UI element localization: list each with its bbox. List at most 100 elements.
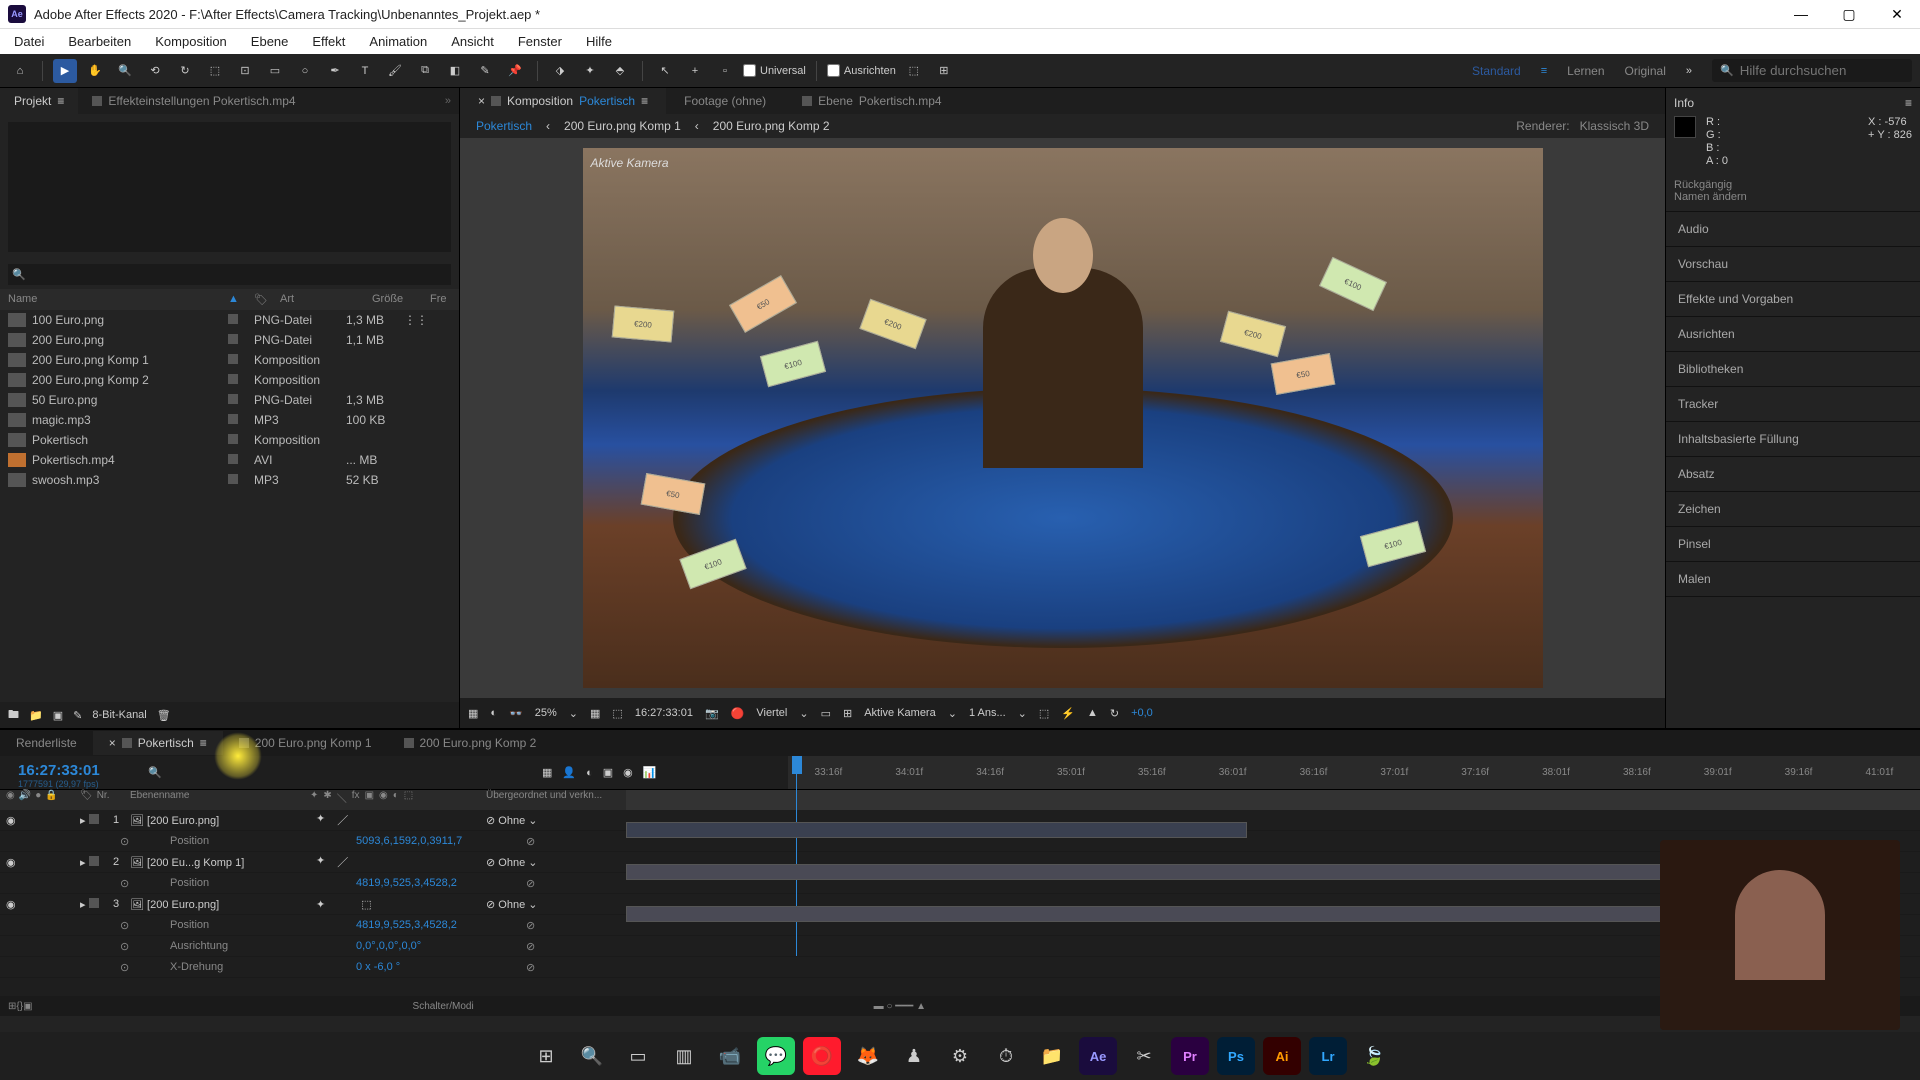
arrow-icon[interactable]: ↖	[653, 59, 677, 83]
col-size[interactable]: Größe	[372, 293, 430, 306]
comp-icon[interactable]: ▣	[53, 709, 63, 722]
panel-menu-icon[interactable]: ≡	[1905, 96, 1912, 110]
pan-behind-tool[interactable]: ⊡	[233, 59, 257, 83]
workspace-menu-icon[interactable]: ≡	[1541, 65, 1547, 77]
taskbar-app[interactable]: ✂	[1125, 1037, 1163, 1075]
tl-fx-icon[interactable]: ◐	[586, 767, 593, 779]
transparency-icon[interactable]: ⬚	[612, 707, 622, 720]
panel-pinsel[interactable]: Pinsel	[1666, 527, 1920, 562]
help-search-input[interactable]	[1740, 63, 1904, 78]
workspace-lernen[interactable]: Lernen	[1567, 64, 1604, 78]
menu-ansicht[interactable]: Ansicht	[441, 30, 504, 53]
workspace-overflow-icon[interactable]: »	[1686, 65, 1692, 77]
project-tab[interactable]: Projekt ≡	[0, 88, 78, 114]
project-item[interactable]: 200 Euro.pngPNG-Datei1,1 MB	[0, 330, 459, 350]
taskbar-app2[interactable]: 🍃	[1355, 1037, 1393, 1075]
eraser-tool[interactable]: ◧	[443, 59, 467, 83]
panel-zeichen[interactable]: Zeichen	[1666, 492, 1920, 527]
panel-vorschau[interactable]: Vorschau	[1666, 247, 1920, 282]
universal-checkbox[interactable]	[743, 64, 756, 77]
project-item[interactable]: magic.mp3MP3100 KB	[0, 410, 459, 430]
menu-komposition[interactable]: Komposition	[145, 30, 237, 53]
project-item[interactable]: swoosh.mp3MP352 KB	[0, 470, 459, 490]
tl-graph-icon[interactable]: 📊	[643, 766, 657, 779]
time-ruler[interactable]: 33:16f34:01f34:16f35:01f35:16f36:01f36:1…	[788, 756, 1920, 789]
col-name[interactable]: Name	[8, 293, 228, 306]
local-axis-icon[interactable]: ⬗	[548, 59, 572, 83]
search-icon[interactable]: 🔍	[148, 766, 162, 779]
switches-modes-toggle[interactable]: Schalter/Modi	[413, 1001, 474, 1012]
taskbar-premiere[interactable]: Pr	[1171, 1037, 1209, 1075]
menu-ebene[interactable]: Ebene	[241, 30, 299, 53]
taskbar-search[interactable]: 🔍	[573, 1037, 611, 1075]
fast-icon[interactable]: ⚡	[1061, 707, 1075, 720]
col-art[interactable]: Art	[280, 293, 372, 306]
channel-icon[interactable]: 🔴	[731, 707, 745, 720]
layer-property[interactable]: ⊙ Ausrichtung 0,0°,0,0°,0,0° ⊘	[0, 936, 1920, 957]
project-item[interactable]: PokertischKomposition	[0, 430, 459, 450]
panel-malen[interactable]: Malen	[1666, 562, 1920, 597]
workspace-original[interactable]: Original	[1625, 64, 1666, 78]
brace-icon[interactable]: {}	[16, 1001, 23, 1012]
snapshot-icon[interactable]: 📷	[705, 707, 719, 720]
exposure[interactable]: +0,0	[1131, 707, 1153, 719]
bit-depth[interactable]: 8-Bit-Kanal	[92, 709, 146, 721]
viewer-timecode[interactable]: 16:27:33:01	[635, 707, 693, 719]
world-axis-icon[interactable]: ✦	[578, 59, 602, 83]
rect-tool[interactable]: ▭	[263, 59, 287, 83]
selection-tool[interactable]: ▶	[53, 59, 77, 83]
layer-row[interactable]: ◉ ▸ 2 🖼 [200 Eu...g Komp 1] ✦／ ⊘ Ohne ⌄	[0, 852, 1920, 873]
pen-tool[interactable]: ✒	[323, 59, 347, 83]
layer-property[interactable]: ⊙ X-Drehung 0 x -6,0 ° ⊘	[0, 957, 1920, 978]
layer-tab[interactable]: Ebene Pokertisch.mp4	[784, 88, 959, 114]
box-icon[interactable]: ▫	[713, 59, 737, 83]
taskbar-chess[interactable]: ♟	[895, 1037, 933, 1075]
project-item[interactable]: 100 Euro.pngPNG-Datei1,3 MB⋮⋮	[0, 310, 459, 330]
current-timecode[interactable]: 16:27:33:01	[18, 762, 122, 779]
roto-tool[interactable]: ✎	[473, 59, 497, 83]
menu-fenster[interactable]: Fenster	[508, 30, 572, 53]
panel-inhaltsbasierte[interactable]: Inhaltsbasierte Füllung	[1666, 422, 1920, 457]
effects-settings-tab[interactable]: Effekteinstellungen Pokertisch.mp4	[78, 88, 309, 114]
panel-audio[interactable]: Audio	[1666, 212, 1920, 247]
type-tool[interactable]: T	[353, 59, 377, 83]
zoom-tool[interactable]: 🔍	[113, 59, 137, 83]
trash-icon[interactable]: 🗑	[157, 709, 171, 722]
tl-frame-icon[interactable]: ▣	[603, 766, 613, 779]
taskbar-whatsapp[interactable]: 💬	[757, 1037, 795, 1075]
ausrichten-checkbox[interactable]	[827, 64, 840, 77]
panel-ausrichten[interactable]: Ausrichten	[1666, 317, 1920, 352]
taskbar-settings[interactable]: ⚙	[941, 1037, 979, 1075]
menu-hilfe[interactable]: Hilfe	[576, 30, 622, 53]
orbit-tool[interactable]: ⟲	[143, 59, 167, 83]
grid-icon[interactable]: ⊞	[843, 707, 852, 720]
flow-comp1[interactable]: 200 Euro.png Komp 1	[564, 119, 681, 133]
layer-row[interactable]: ◉ ▸ 3 🖼 [200 Euro.png] ✦⬚ ⊘ Ohne ⌄	[0, 894, 1920, 915]
pixel-icon[interactable]: ⬚	[1039, 707, 1049, 720]
adjust-icon[interactable]: ✎	[73, 709, 82, 722]
taskbar-explorer[interactable]: 📁	[1033, 1037, 1071, 1075]
playhead[interactable]	[792, 756, 802, 774]
taskbar-firefox[interactable]: 🦊	[849, 1037, 887, 1075]
taskbar-photoshop[interactable]: Ps	[1217, 1037, 1255, 1075]
taskbar-lightroom[interactable]: Lr	[1309, 1037, 1347, 1075]
render-queue-tab[interactable]: Renderliste	[0, 731, 93, 755]
minimize-button[interactable]: —	[1786, 6, 1816, 23]
zoom-dropdown[interactable]: 25%	[535, 707, 557, 719]
project-item[interactable]: 200 Euro.png Komp 1Komposition	[0, 350, 459, 370]
roi-icon[interactable]: ▭	[821, 707, 831, 720]
footage-tab[interactable]: Footage (ohne)	[666, 88, 784, 114]
glasses-icon[interactable]: 👓	[509, 707, 523, 720]
reset-icon[interactable]: ↻	[1110, 707, 1119, 720]
comp-tab[interactable]: × Komposition Pokertisch ≡	[460, 88, 666, 114]
tab-overflow-icon[interactable]: »	[445, 95, 459, 107]
timeline-tab-2[interactable]: 200 Euro.png Komp 1	[223, 731, 388, 755]
taskbar-widgets[interactable]: ▥	[665, 1037, 703, 1075]
taskbar-taskview[interactable]: ▭	[619, 1037, 657, 1075]
brush-tool[interactable]: 🖌	[383, 59, 407, 83]
folder-icon[interactable]: 📁	[29, 709, 43, 722]
col-label-icon[interactable]: 🏷	[254, 293, 280, 306]
panel-absatz[interactable]: Absatz	[1666, 457, 1920, 492]
tl-shy-icon[interactable]: 👤	[562, 766, 576, 779]
maximize-button[interactable]: ▢	[1834, 6, 1864, 23]
